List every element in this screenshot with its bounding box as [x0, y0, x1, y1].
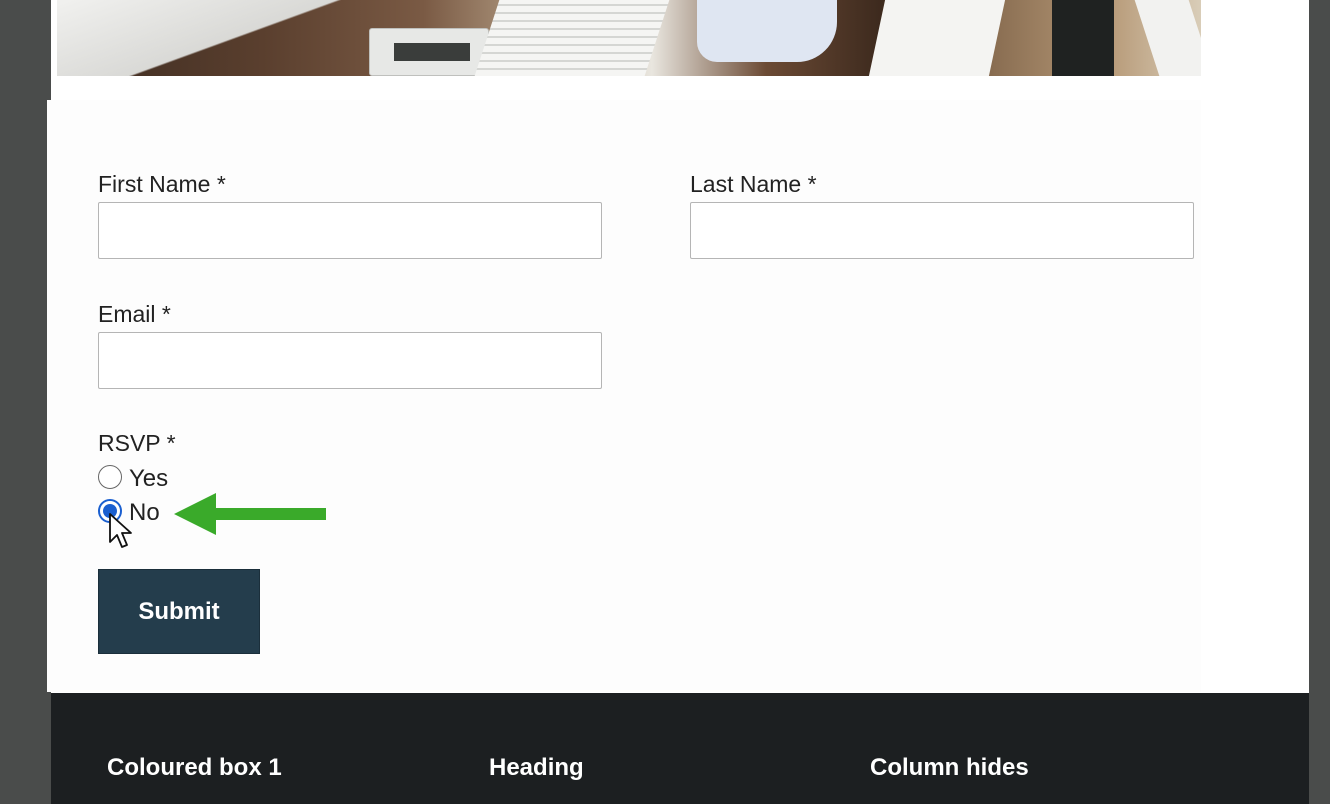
- rsvp-yes-radio[interactable]: [98, 465, 122, 489]
- footer: [51, 693, 1309, 804]
- last-name-label: Last Name *: [690, 171, 817, 197]
- mouse-cursor-icon: [109, 513, 132, 548]
- last-name-input[interactable]: [690, 202, 1194, 259]
- email-label: Email *: [98, 301, 171, 327]
- footer-heading-heading: Heading: [489, 754, 584, 781]
- footer-heading-coloured-box: Coloured box 1: [107, 754, 282, 781]
- first-name-label: First Name *: [98, 171, 226, 197]
- submit-button[interactable]: Submit: [98, 569, 260, 654]
- first-name-input[interactable]: [98, 202, 602, 259]
- rsvp-yes-label[interactable]: Yes: [129, 465, 168, 493]
- hero-image: [57, 0, 1201, 76]
- footer-heading-column-hides: Column hides: [870, 754, 1029, 781]
- email-input[interactable]: [98, 332, 602, 389]
- rsvp-label: RSVP *: [98, 430, 176, 456]
- green-arrow-left-icon: [174, 493, 326, 535]
